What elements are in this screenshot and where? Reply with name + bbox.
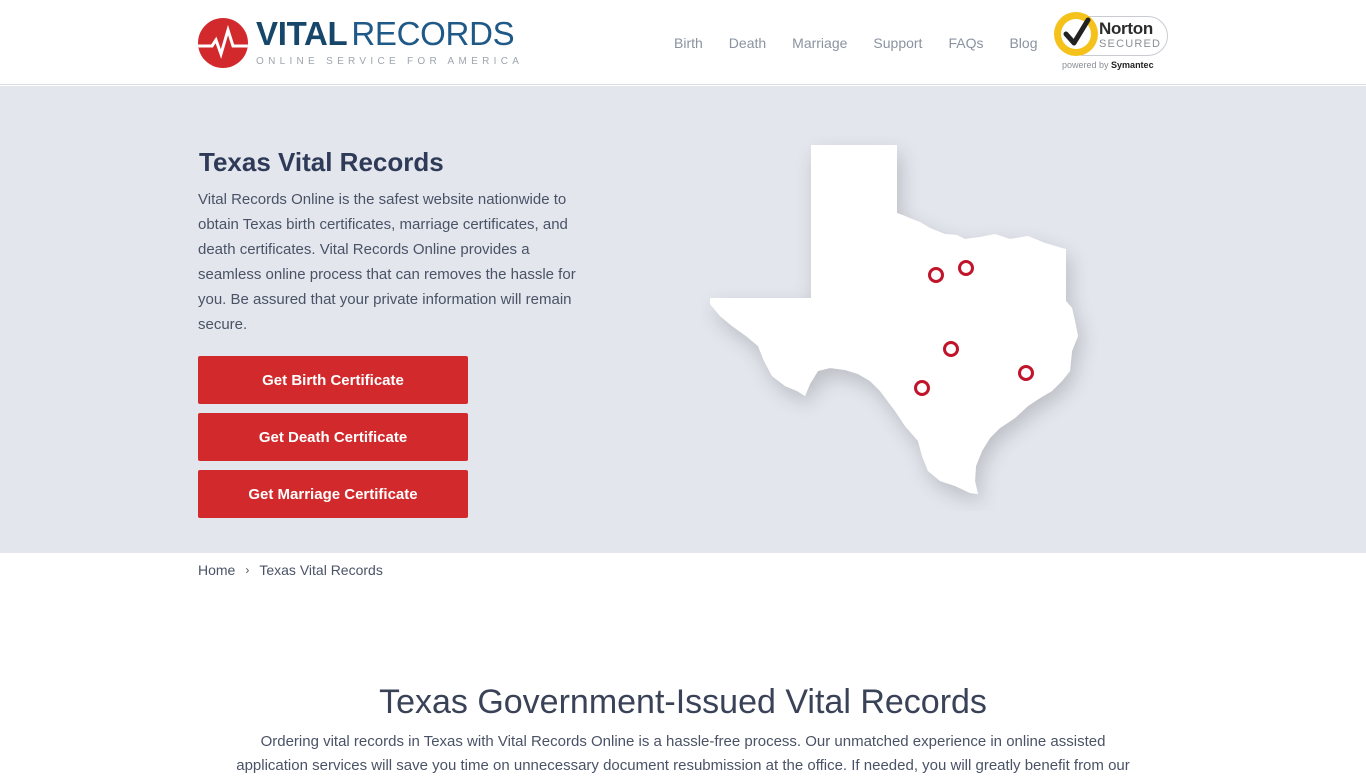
section-text: Ordering vital records in Texas with Vit… xyxy=(236,733,1130,774)
nav-support[interactable]: Support xyxy=(873,34,922,52)
get-birth-certificate-button[interactable]: Get Birth Certificate xyxy=(198,356,468,404)
main-nav: Birth Death Marriage Support FAQs Blog xyxy=(674,34,1064,52)
norton-name: Norton xyxy=(1099,19,1153,38)
nav-faqs[interactable]: FAQs xyxy=(948,34,983,52)
page-title: Texas Vital Records xyxy=(199,147,444,177)
breadcrumb-current: Texas Vital Records xyxy=(259,562,383,578)
breadcrumb: Home › Texas Vital Records xyxy=(198,562,383,578)
nav-blog[interactable]: Blog xyxy=(1009,34,1037,52)
section-title: Texas Government-Issued Vital Records xyxy=(379,683,987,721)
logo-title: VITAL RECORDS xyxy=(256,15,515,52)
site-header: VITAL RECORDS ONLINE SERVICE FOR AMERICA … xyxy=(0,0,1366,85)
nav-death[interactable]: Death xyxy=(729,34,766,52)
site-logo[interactable]: VITAL RECORDS ONLINE SERVICE FOR AMERICA xyxy=(198,15,519,71)
nav-birth[interactable]: Birth xyxy=(674,34,703,52)
norton-secured-text: SECURED xyxy=(1099,38,1162,50)
hero-description: Vital Records Online is the safest websi… xyxy=(198,191,576,333)
checkmark-icon xyxy=(1054,12,1098,56)
logo-tagline: ONLINE SERVICE FOR AMERICA xyxy=(256,56,524,67)
texas-state-shape xyxy=(710,145,1078,494)
heartbeat-icon xyxy=(198,18,248,68)
nav-marriage[interactable]: Marriage xyxy=(792,34,847,52)
chevron-right-icon: › xyxy=(245,563,250,577)
texas-map xyxy=(700,136,1100,511)
hero-section: Texas Vital Records Vital Records Online… xyxy=(0,86,1366,553)
get-marriage-certificate-button[interactable]: Get Marriage Certificate xyxy=(198,470,468,518)
breadcrumb-home[interactable]: Home xyxy=(198,562,235,578)
get-death-certificate-button[interactable]: Get Death Certificate xyxy=(198,413,468,461)
norton-secured-badge[interactable]: Norton SECURED powered by Symantec xyxy=(1054,10,1170,74)
norton-powered-by: powered by Symantec xyxy=(1062,60,1154,70)
